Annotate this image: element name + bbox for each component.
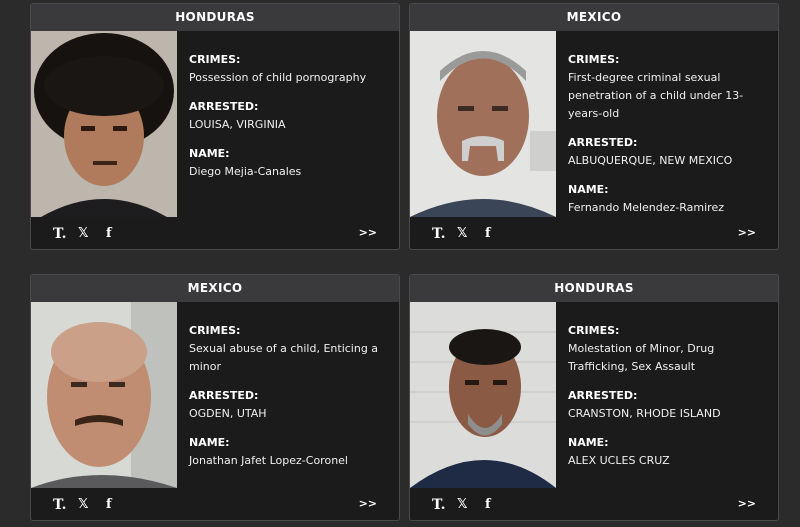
- more-button[interactable]: >>: [738, 226, 756, 239]
- crimes-value: Possession of child pornography: [189, 71, 367, 84]
- x-icon[interactable]: 𝕏: [457, 226, 467, 241]
- more-button[interactable]: >>: [359, 226, 377, 239]
- name-label: NAME:: [189, 436, 230, 449]
- arrested-value: OGDEN, UTAH: [189, 407, 267, 420]
- x-icon[interactable]: 𝕏: [457, 497, 467, 512]
- arrested-label: ARRESTED:: [568, 136, 638, 149]
- t-logo-icon[interactable]: T.: [432, 226, 446, 242]
- x-icon[interactable]: 𝕏: [78, 226, 88, 241]
- name-value: Jonathan Jafet Lopez-Coronel: [189, 454, 348, 467]
- name-label: NAME:: [189, 147, 230, 160]
- mugshot-photo: [31, 31, 177, 217]
- crimes-label: CRIMES:: [189, 324, 241, 337]
- arrested-value: ALBUQUERQUE, NEW MEXICO: [568, 154, 733, 167]
- card-country: MEXICO: [31, 275, 399, 302]
- name-value: Diego Mejia-Canales: [189, 165, 302, 178]
- t-logo-icon[interactable]: T.: [53, 497, 67, 513]
- name-label: NAME:: [568, 183, 609, 196]
- t-logo-icon[interactable]: T.: [432, 497, 446, 513]
- facebook-icon[interactable]: f: [106, 226, 112, 241]
- profile-card: HONDURAS CRIMES: Molestation of Minor, D…: [409, 274, 779, 521]
- facebook-icon[interactable]: f: [485, 226, 491, 241]
- card-country: HONDURAS: [31, 4, 399, 31]
- name-value: ALEX UCLES CRUZ: [568, 454, 670, 467]
- more-button[interactable]: >>: [359, 497, 377, 510]
- card-country: MEXICO: [410, 4, 778, 31]
- crimes-value: Sexual abuse of a child, Enticing a mino…: [189, 342, 379, 373]
- card-country: HONDURAS: [410, 275, 778, 302]
- crimes-label: CRIMES:: [189, 53, 241, 66]
- mugshot-photo: [31, 302, 177, 488]
- arrested-label: ARRESTED:: [189, 100, 259, 113]
- arrested-label: ARRESTED:: [568, 389, 638, 402]
- mugshot-photo: [410, 302, 556, 488]
- crimes-label: CRIMES:: [568, 53, 620, 66]
- facebook-icon[interactable]: f: [485, 497, 491, 512]
- profile-card: HONDURAS CRIMES: Possession of child por…: [30, 3, 400, 250]
- facebook-icon[interactable]: f: [106, 497, 112, 512]
- crimes-label: CRIMES:: [568, 324, 620, 337]
- name-label: NAME:: [568, 436, 609, 449]
- arrested-value: CRANSTON, RHODE ISLAND: [568, 407, 721, 420]
- crimes-value: Molestation of Minor, Drug Trafficking, …: [568, 342, 715, 373]
- mugshot-photo: [410, 31, 556, 217]
- profile-card: MEXICO CRIMES: First-degree criminal sex…: [409, 3, 779, 250]
- arrested-value: LOUISA, VIRGINIA: [189, 118, 286, 131]
- x-icon[interactable]: 𝕏: [78, 497, 88, 512]
- more-button[interactable]: >>: [738, 497, 756, 510]
- name-value: Fernando Melendez-Ramirez: [568, 201, 724, 214]
- profile-card: MEXICO CRIMES: Sexual abuse of a child, …: [30, 274, 400, 521]
- arrested-label: ARRESTED:: [189, 389, 259, 402]
- crimes-value: First-degree criminal sexual penetration…: [568, 71, 744, 120]
- t-logo-icon[interactable]: T.: [53, 226, 67, 242]
